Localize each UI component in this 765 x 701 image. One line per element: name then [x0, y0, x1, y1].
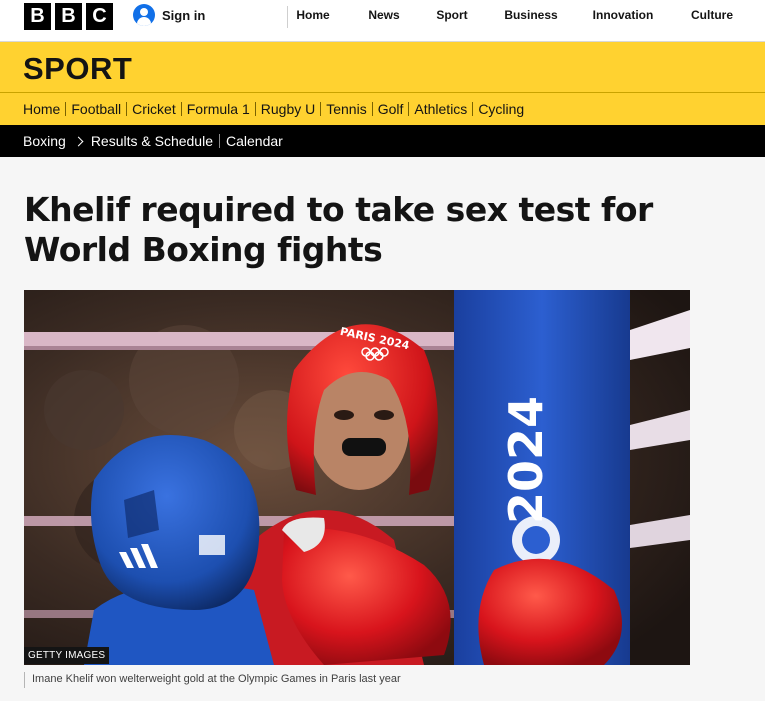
- sign-in-button[interactable]: Sign in: [133, 4, 205, 26]
- section-nav-calendar[interactable]: Calendar: [226, 133, 283, 149]
- nav-innovation[interactable]: Innovation: [588, 0, 658, 30]
- nav-sport[interactable]: Sport: [430, 0, 474, 30]
- nav-home[interactable]: Home: [288, 0, 338, 30]
- nav-news[interactable]: News: [338, 0, 430, 30]
- article-headline: Khelif required to take sex test for Wor…: [24, 190, 653, 269]
- sport-nav-tennis[interactable]: Tennis: [321, 101, 371, 117]
- section-nav: Boxing Results & Schedule Calendar: [0, 125, 765, 157]
- sport-nav-rugby-union[interactable]: Rugby U: [256, 101, 320, 117]
- sport-nav-cricket[interactable]: Cricket: [127, 101, 181, 117]
- nav-separator: [219, 134, 220, 148]
- user-account-icon: [133, 4, 155, 26]
- image-caption: Imane Khelif won welterweight gold at th…: [24, 672, 401, 688]
- section-nav-results-schedule[interactable]: Results & Schedule: [91, 133, 213, 149]
- sport-title[interactable]: SPORT: [23, 51, 132, 87]
- sign-in-label: Sign in: [162, 7, 206, 23]
- sport-banner: SPORT: [0, 42, 765, 93]
- sport-nav: Home Football Cricket Formula 1 Rugby U …: [0, 93, 765, 125]
- bbc-logo-letter: B: [55, 3, 82, 30]
- global-header: B B C Sign in Home News Sport Business I…: [0, 0, 765, 42]
- article-hero-image[interactable]: 2024 PARIS 2024: [24, 290, 690, 665]
- sport-nav-formula-1[interactable]: Formula 1: [182, 101, 255, 117]
- sport-nav-athletics[interactable]: Athletics: [409, 101, 472, 117]
- image-credit-badge: GETTY IMAGES: [24, 647, 110, 664]
- sport-nav-home[interactable]: Home: [23, 101, 65, 117]
- nav-culture[interactable]: Culture: [658, 0, 765, 30]
- post-year-text: 2024: [499, 396, 553, 524]
- boxing-photo-illustration: 2024 PARIS 2024: [24, 290, 690, 665]
- global-nav: Home News Sport Business Innovation Cult…: [288, 0, 765, 30]
- bbc-logo-letter: B: [24, 3, 51, 30]
- sport-nav-cycling[interactable]: Cycling: [473, 101, 529, 117]
- bbc-logo-letter: C: [86, 3, 113, 30]
- section-nav-boxing[interactable]: Boxing: [23, 133, 66, 149]
- bbc-logo[interactable]: B B C: [24, 3, 113, 30]
- chevron-right-icon: [73, 135, 85, 147]
- sport-nav-football[interactable]: Football: [66, 101, 126, 117]
- nav-business[interactable]: Business: [474, 0, 588, 30]
- sport-nav-golf[interactable]: Golf: [373, 101, 409, 117]
